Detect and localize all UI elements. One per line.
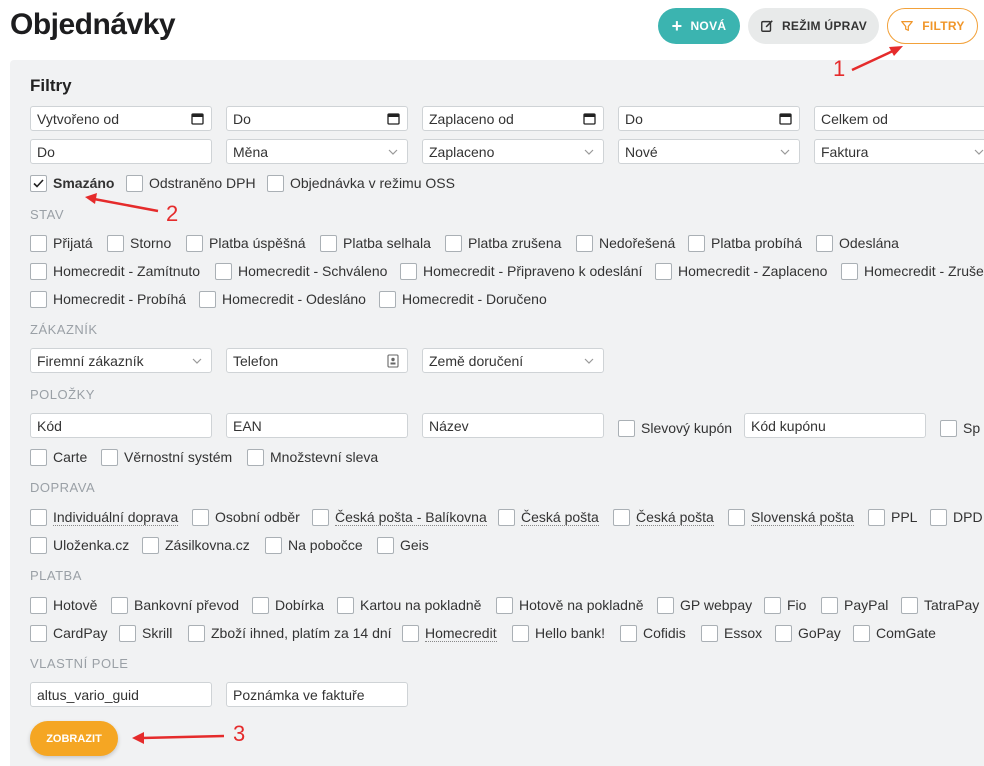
annotation-arrows xyxy=(85,46,903,744)
annotation-1: 1 xyxy=(833,56,846,81)
annotation-2: 2 xyxy=(166,201,179,226)
annotation-3: 3 xyxy=(233,721,246,746)
page: Objednávky + NOVÁ REŽIM ÚPRAV FILTRY Fil… xyxy=(0,0,984,766)
